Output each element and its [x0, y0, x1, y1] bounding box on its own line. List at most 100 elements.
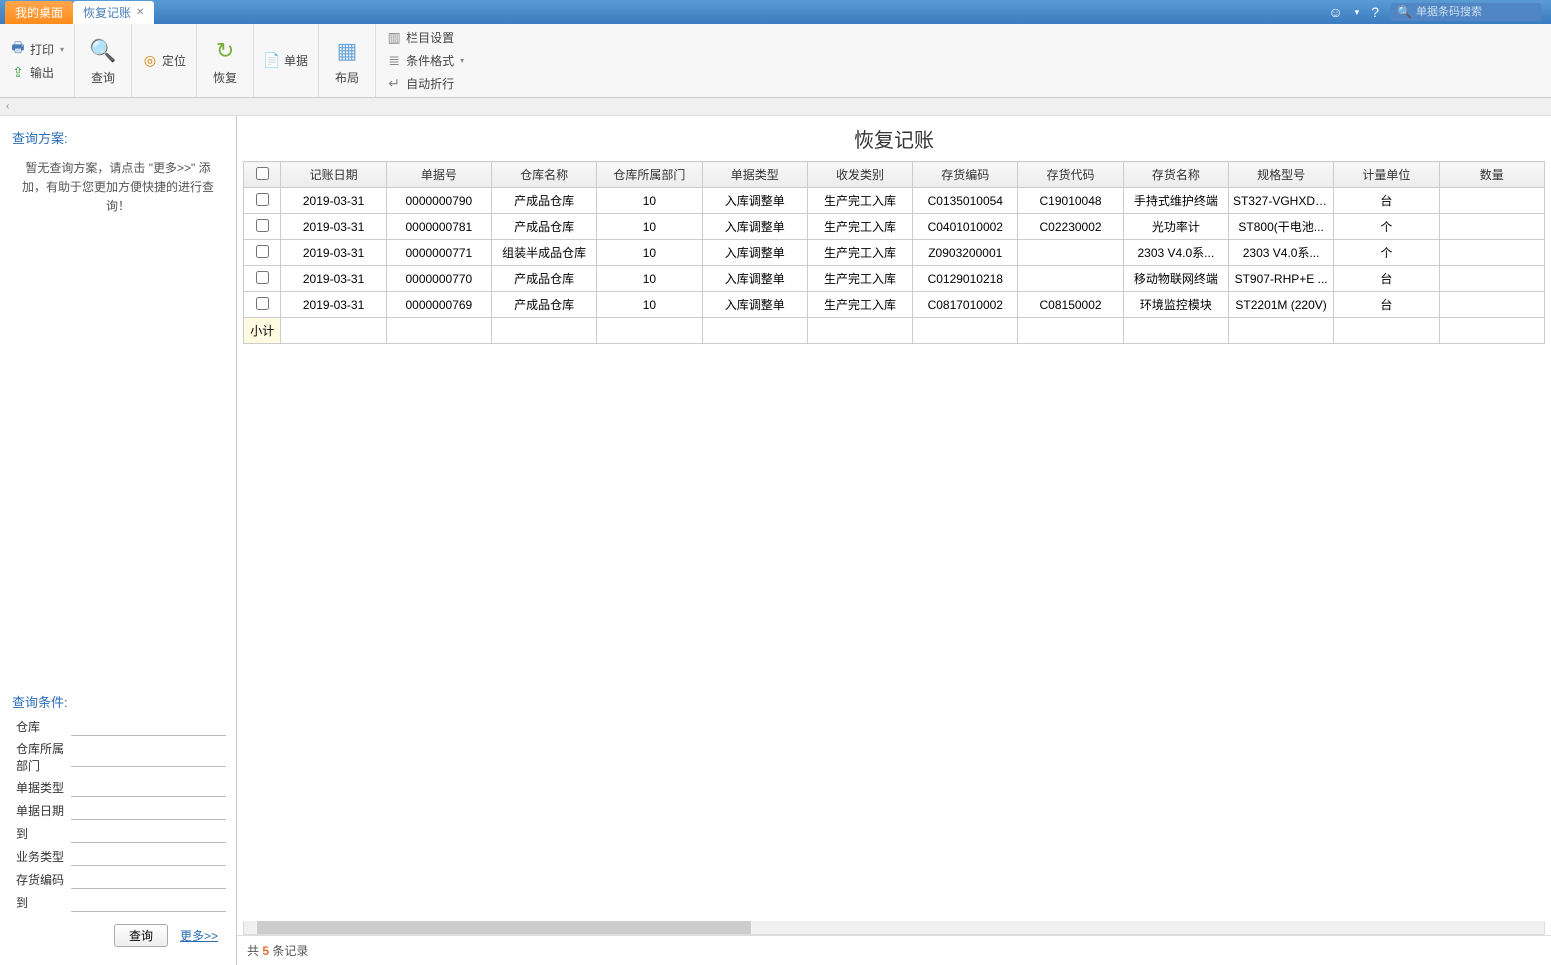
- more-link[interactable]: 更多>>: [180, 927, 218, 944]
- ribbon-group-query: 🔍查询: [75, 24, 132, 97]
- locate-button[interactable]: ◎定位: [138, 50, 190, 71]
- table-cell: 10: [597, 266, 702, 292]
- close-icon[interactable]: ✕: [136, 7, 144, 18]
- help-icon[interactable]: ?: [1371, 4, 1379, 20]
- content: 恢复记账 记账日期单据号仓库名称仓库所属部门单据类型收发类别存货编码存货代码存货…: [237, 116, 1551, 965]
- row-checkbox[interactable]: [256, 271, 269, 284]
- column-header[interactable]: 收发类别: [807, 162, 912, 188]
- horizontal-scrollbar[interactable]: [243, 921, 1545, 935]
- chevron-left-icon: ‹: [6, 101, 9, 112]
- query-plan-message: 暂无查询方案，请点击 "更多>>" 添加，有助于您更加方便快捷的进行查询！: [4, 151, 232, 225]
- table-cell: C19010048: [1018, 188, 1123, 214]
- table-cell: ST2201M (220V): [1228, 292, 1333, 318]
- doc-button[interactable]: 📄单据: [260, 50, 312, 71]
- column-header[interactable]: 单据类型: [702, 162, 807, 188]
- row-checkbox[interactable]: [256, 245, 269, 258]
- doc-label: 单据: [284, 52, 308, 69]
- table-row[interactable]: 2019-03-310000000769产成品仓库10入库调整单生产完工入库C0…: [244, 292, 1545, 318]
- row-checkbox[interactable]: [256, 193, 269, 206]
- print-button[interactable]: 🖶打印▾: [6, 39, 68, 60]
- table-row[interactable]: 2019-03-310000000770产成品仓库10入库调整单生产完工入库C0…: [244, 266, 1545, 292]
- condformat-button[interactable]: ≣条件格式▾: [382, 50, 468, 71]
- table-cell: 2019-03-31: [281, 266, 386, 292]
- column-header[interactable]: 存货代码: [1018, 162, 1123, 188]
- select-all-checkbox[interactable]: [256, 167, 269, 180]
- table-cell: 入库调整单: [702, 240, 807, 266]
- tab-home[interactable]: 我的桌面: [5, 1, 73, 24]
- autowrap-button[interactable]: ↵自动折行: [382, 73, 468, 94]
- query-submit-button[interactable]: 查询: [114, 924, 168, 947]
- topbar-right: ☺ ▾ ? 🔍: [1318, 0, 1551, 24]
- table-cell: 移动物联网终端: [1123, 266, 1228, 292]
- row-checkbox-cell: [244, 292, 281, 318]
- export-button[interactable]: ⇪输出: [6, 62, 68, 83]
- columns-button[interactable]: ▥栏目设置: [382, 27, 468, 48]
- tab-restore-label: 恢复记账: [83, 4, 131, 21]
- table-cell: 2303 V4.0系...: [1228, 240, 1333, 266]
- cond-input-4[interactable]: [71, 824, 226, 843]
- cond-input-1[interactable]: [71, 748, 226, 767]
- column-header[interactable]: 仓库所属部门: [597, 162, 702, 188]
- row-checkbox-cell: [244, 214, 281, 240]
- table-cell: 0000000781: [386, 214, 491, 240]
- tab-restore[interactable]: 恢复记账 ✕: [73, 1, 154, 24]
- layout-button[interactable]: ▦布局: [331, 35, 363, 86]
- table-cell: 2019-03-31: [281, 292, 386, 318]
- ribbon-group-layout: ▦布局: [319, 24, 376, 97]
- column-header[interactable]: 存货名称: [1123, 162, 1228, 188]
- table-cell: 生产完工入库: [807, 214, 912, 240]
- cond-row: 仓库: [4, 715, 232, 738]
- ribbon-group-restore: ↻恢复: [197, 24, 254, 97]
- cond-row: 到: [4, 891, 232, 914]
- restore-button[interactable]: ↻恢复: [209, 35, 241, 86]
- collapse-ribbon[interactable]: ‹: [0, 98, 1551, 116]
- row-checkbox[interactable]: [256, 297, 269, 310]
- column-header[interactable]: 仓库名称: [492, 162, 597, 188]
- table-cell: 个: [1334, 240, 1439, 266]
- column-header[interactable]: 记账日期: [281, 162, 386, 188]
- chevron-down-icon: ▾: [460, 56, 464, 65]
- table-cell: 台: [1334, 292, 1439, 318]
- table-cell: [1439, 188, 1544, 214]
- cond-row: 存货编码: [4, 868, 232, 891]
- tab-home-label: 我的桌面: [15, 4, 63, 21]
- table-cell: 产成品仓库: [492, 214, 597, 240]
- chevron-down-icon[interactable]: ▾: [1355, 7, 1360, 18]
- user-icon[interactable]: ☺: [1328, 4, 1342, 20]
- cond-input-0[interactable]: [71, 717, 226, 736]
- wrap-icon: ↵: [386, 76, 402, 92]
- subtotal-row: 小计: [244, 318, 1545, 344]
- subtotal-cell: [807, 318, 912, 344]
- column-header[interactable]: 数量: [1439, 162, 1544, 188]
- cond-input-3[interactable]: [71, 801, 226, 820]
- row-checkbox[interactable]: [256, 219, 269, 232]
- cond-input-7[interactable]: [71, 893, 226, 912]
- footer-prefix: 共: [247, 944, 259, 958]
- column-header[interactable]: 单据号: [386, 162, 491, 188]
- row-checkbox-cell: [244, 266, 281, 292]
- table-cell: 手持式维护终端: [1123, 188, 1228, 214]
- cond-input-6[interactable]: [71, 870, 226, 889]
- column-header[interactable]: 存货编码: [913, 162, 1018, 188]
- query-plan-title: 查询方案:: [4, 124, 232, 151]
- column-header[interactable]: 规格型号: [1228, 162, 1333, 188]
- table-cell: 台: [1334, 188, 1439, 214]
- restore-label: 恢复: [213, 69, 237, 86]
- cond-row: 业务类型: [4, 845, 232, 868]
- cond-row: 到: [4, 822, 232, 845]
- subtotal-cell: [1018, 318, 1123, 344]
- table-cell: 个: [1334, 214, 1439, 240]
- scrollbar-thumb[interactable]: [257, 921, 751, 934]
- table-cell: [1018, 240, 1123, 266]
- table-row[interactable]: 2019-03-310000000781产成品仓库10入库调整单生产完工入库C0…: [244, 214, 1545, 240]
- search-input[interactable]: [1416, 6, 1536, 18]
- cond-input-5[interactable]: [71, 847, 226, 866]
- cond-label: 单据类型: [16, 779, 65, 796]
- query-button[interactable]: 🔍查询: [87, 35, 119, 86]
- cond-input-2[interactable]: [71, 778, 226, 797]
- table-row[interactable]: 2019-03-310000000790产成品仓库10入库调整单生产完工入库C0…: [244, 188, 1545, 214]
- locate-label: 定位: [162, 52, 186, 69]
- ribbon-group-locate: ◎定位: [132, 24, 197, 97]
- table-row[interactable]: 2019-03-310000000771组装半成品仓库10入库调整单生产完工入库…: [244, 240, 1545, 266]
- column-header[interactable]: 计量单位: [1334, 162, 1439, 188]
